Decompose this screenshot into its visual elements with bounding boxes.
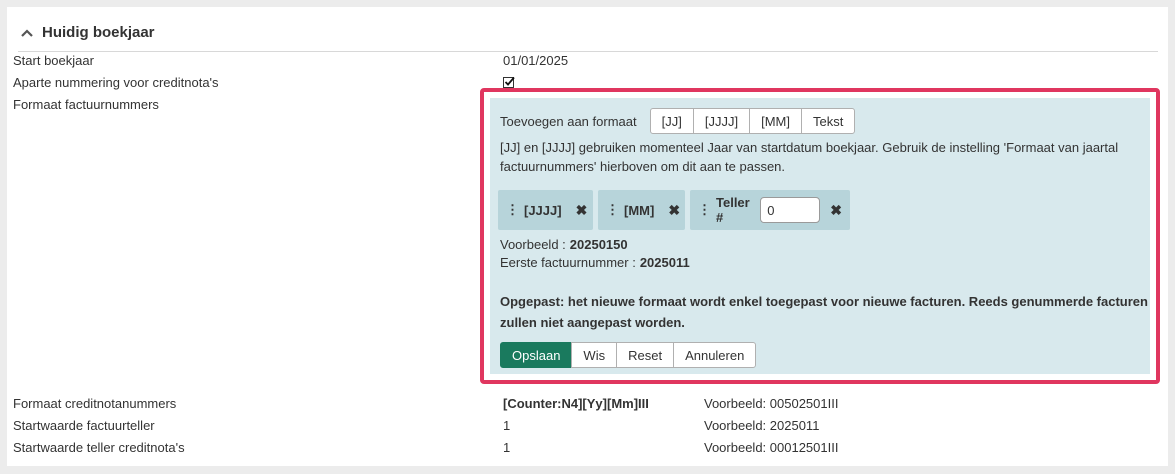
format-info-text: [JJ] en [JJJJ] gebruiken momenteel Jaar … xyxy=(500,140,1119,174)
token-label: Teller # xyxy=(716,195,750,225)
add-text-button[interactable]: Tekst xyxy=(800,108,856,134)
credit-counter-label: Startwaarde teller creditnota's xyxy=(13,440,185,455)
credit-counter-example: Voorbeeld: 00012501III xyxy=(704,440,839,455)
cancel-button[interactable]: Annuleren xyxy=(673,342,757,368)
token-yyyy[interactable]: ⋮ [JJJJ] ✖ xyxy=(498,190,593,230)
add-yy-button[interactable]: [JJ] xyxy=(649,108,694,134)
format-editor: Toevoegen aan formaat [JJ] [JJJJ] [MM] T… xyxy=(490,98,1150,374)
reset-button[interactable]: Reset xyxy=(616,342,675,368)
close-icon[interactable]: ✖ xyxy=(576,202,588,219)
credit-numbering-label: Aparte nummering voor creditnota's xyxy=(13,75,219,90)
add-token-buttons: [JJ] [JJJJ] [MM] Tekst xyxy=(649,108,856,134)
example-value: 20250150 xyxy=(569,237,628,252)
counter-input[interactable] xyxy=(760,197,821,223)
warning-text: Opgepast: het nieuwe formaat wordt enkel… xyxy=(500,294,1148,330)
invoice-counter-label: Startwaarde factuurteller xyxy=(13,418,155,433)
example-label: Voorbeeld : xyxy=(500,237,566,252)
add-to-format-row: Toevoegen aan formaat [JJ] [JJJJ] [MM] T… xyxy=(500,108,856,134)
token-mm[interactable]: ⋮ [MM] ✖ xyxy=(598,190,685,230)
invoice-counter-example: Voorbeeld: 2025011 xyxy=(704,418,820,433)
editor-actions: Opslaan Wis Reset Annuleren xyxy=(500,342,757,368)
panel-title: Huidig boekjaar xyxy=(42,24,155,41)
first-number-label: Eerste factuurnummer : xyxy=(500,255,636,270)
drag-handle-icon[interactable]: ⋮ xyxy=(606,202,619,218)
start-year-label: Start boekjaar xyxy=(13,53,94,68)
credit-counter-value: 1 xyxy=(503,440,511,455)
add-yyyy-button[interactable]: [JJJJ] xyxy=(692,108,751,134)
chevron-up-icon[interactable] xyxy=(20,26,34,40)
credit-format-value: [Counter:N4][Yy][Mm]III xyxy=(503,396,649,411)
credit-numbering-checkbox[interactable] xyxy=(503,76,515,88)
panel-header[interactable]: Huidig boekjaar xyxy=(18,14,1158,52)
token-counter[interactable]: ⋮ Teller # ✖ xyxy=(690,190,850,230)
add-to-format-label: Toevoegen aan formaat xyxy=(500,113,637,129)
invoice-format-label: Formaat factuurnummers xyxy=(13,97,159,112)
first-number-value: 2025011 xyxy=(639,255,690,270)
format-editor-highlight: Toevoegen aan formaat [JJ] [JJJJ] [MM] T… xyxy=(480,88,1160,384)
close-icon[interactable]: ✖ xyxy=(830,202,842,219)
close-icon[interactable]: ✖ xyxy=(668,202,680,219)
token-label: [JJJJ] xyxy=(524,202,562,218)
token-label: [MM] xyxy=(624,202,655,218)
format-example: Voorbeeld :20250150 Eerste factuurnummer… xyxy=(500,236,690,272)
clear-button[interactable]: Wis xyxy=(571,342,618,368)
format-tokens: ⋮ [JJJJ] ✖ ⋮ [MM] ✖ ⋮ Teller # ✖ xyxy=(498,190,855,230)
drag-handle-icon[interactable]: ⋮ xyxy=(506,202,519,218)
checkbox-checked-icon xyxy=(503,76,515,88)
save-button[interactable]: Opslaan xyxy=(500,342,573,368)
credit-format-example: Voorbeeld: 00502501III xyxy=(704,396,839,411)
drag-handle-icon[interactable]: ⋮ xyxy=(698,202,711,218)
invoice-counter-value: 1 xyxy=(503,418,511,433)
credit-format-label: Formaat creditnotanummers xyxy=(13,396,177,411)
add-mm-button[interactable]: [MM] xyxy=(749,108,802,134)
start-year-value: 01/01/2025 xyxy=(503,53,569,68)
